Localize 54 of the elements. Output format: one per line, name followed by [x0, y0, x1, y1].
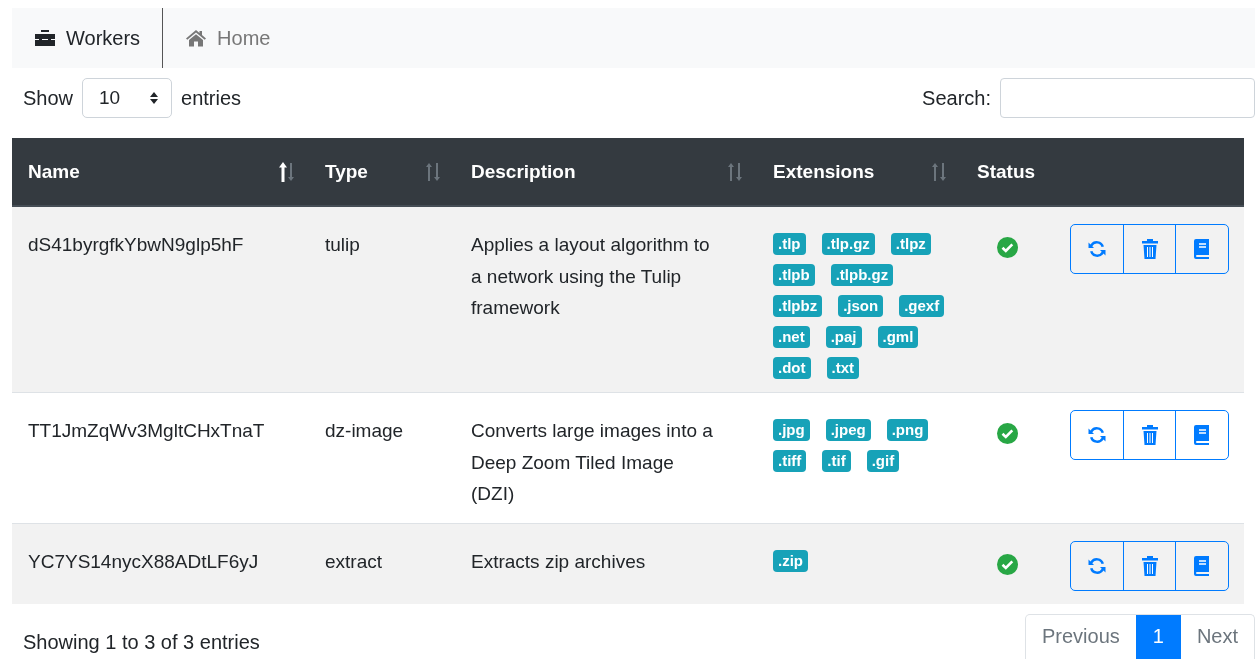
home-icon [185, 29, 208, 47]
check-circle-icon [997, 237, 1018, 258]
extension-badge: .tlp.gz [821, 233, 875, 255]
check-circle-icon [997, 553, 1018, 575]
extension-badge: .json [838, 295, 884, 317]
extension-badge: .tlpb [773, 264, 815, 286]
extension-badge: .gml [877, 326, 919, 348]
entries-label: entries [181, 86, 242, 110]
book-icon [1193, 554, 1212, 577]
extension-badge: .dot [773, 357, 811, 379]
extension-badge: .png [886, 419, 929, 441]
extension-badge: .tlpb.gz [830, 264, 894, 286]
extension-badge: .gexf [899, 295, 945, 317]
extension-badge: .zip [773, 549, 808, 572]
extension-badge: .tiff [773, 450, 807, 472]
extension-badge: .tlpz [890, 233, 931, 255]
worker-description: Converts large images into a Deep Zoom Tiled Image (DZI) [471, 419, 714, 506]
worker-name: TT1JmZqWv3MgltCHxTnaT [28, 420, 265, 441]
trash-icon [1140, 424, 1159, 446]
page-length-select[interactable]: 10 [82, 78, 173, 118]
worker-type: tulip [325, 234, 360, 255]
extension-badge: .jpeg [825, 419, 871, 441]
pagination-button[interactable]: 1 [1135, 614, 1181, 659]
nav-link[interactable]: Workers [12, 8, 163, 68]
worker-type: extract [325, 550, 383, 572]
search-label: Search: [922, 86, 991, 110]
trash-icon [1140, 238, 1159, 260]
worker-name: dS41byrgfkYbwN9glp5hF [28, 234, 244, 255]
extension-badge: .tif [822, 450, 851, 472]
extension-badge: .tlpbz [773, 295, 823, 317]
nav-link[interactable]: Home [163, 8, 293, 68]
extension-badge: .gif [866, 450, 900, 472]
worker-name: YC7YS14nycX88ADtLF6yJ [28, 550, 259, 572]
column-header[interactable]: Type [325, 160, 368, 183]
extension-badge: .net [773, 326, 810, 348]
check-circle-icon [997, 423, 1018, 444]
book-icon [1193, 238, 1212, 260]
trash-icon [1140, 554, 1159, 577]
column-header[interactable]: Name [28, 160, 80, 183]
toolbox-icon [34, 29, 56, 47]
worker-description: Extracts zip archives [471, 549, 647, 574]
search-field[interactable] [1000, 78, 1255, 118]
column-header[interactable]: Extensions [773, 160, 875, 183]
worker-type: dz-image [325, 420, 404, 441]
worker-description: Applies a layout algorithm to a network using the Tulip framework [471, 233, 711, 320]
extension-badge: .txt [826, 357, 859, 379]
show-label: Show [23, 86, 74, 110]
extension-badge: .jpg [773, 419, 810, 441]
column-header[interactable]: Description [471, 160, 576, 183]
book-icon [1193, 424, 1212, 446]
extension-badge: .paj [825, 326, 862, 348]
extension-badge: .tlp [773, 233, 806, 255]
entries-info: Showing 1 to 3 of 3 entries [22, 629, 260, 654]
sort-caret-icon [149, 91, 160, 105]
